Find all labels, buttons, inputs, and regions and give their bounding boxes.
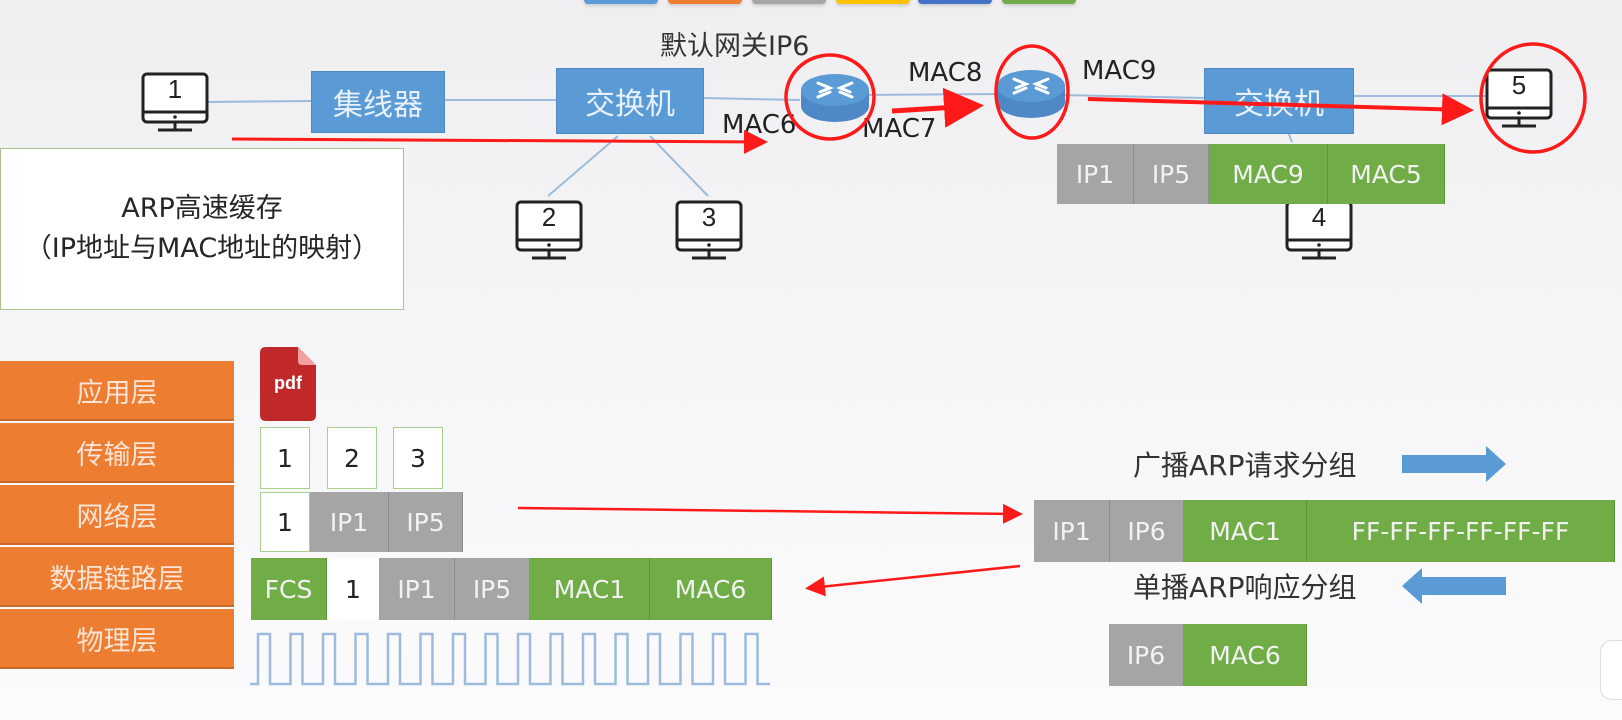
- arrow-arp-reply-to-frame: [805, 564, 1021, 597]
- arrow-host1-to-router1: [231, 129, 768, 154]
- default-gateway-label: 默认网关IP6: [660, 31, 810, 62]
- arp-target-mac: FF-FF-FF-FF-FF-FF: [1307, 500, 1615, 562]
- router-1: [800, 72, 870, 124]
- router-icon: [997, 70, 1065, 118]
- link-router1-router2: [859, 93, 1001, 96]
- color-tab: [752, 0, 826, 4]
- floating-widget[interactable]: [1600, 640, 1622, 700]
- frame-src-ip: IP1: [379, 558, 455, 620]
- switch-left-label: 交换机: [585, 87, 675, 122]
- layer-physical: 物理层: [0, 609, 234, 669]
- arrow-left-icon: [1402, 568, 1506, 604]
- hub: 集线器: [311, 71, 445, 133]
- arp-sender-ip: IP1: [1034, 500, 1110, 562]
- segment: 2: [327, 427, 377, 489]
- router2-left-mac: MAC8: [908, 58, 983, 88]
- layer-transport: 传输层: [0, 423, 234, 483]
- segment: 1: [260, 427, 310, 489]
- packet-data: 1: [260, 492, 310, 552]
- segment: 3: [393, 427, 443, 489]
- layer-application: 应用层: [0, 361, 234, 421]
- frame-dst-ip: IP5: [1134, 144, 1209, 204]
- pdf-file-icon: pdf: [260, 347, 316, 421]
- host-4: 4: [1284, 200, 1354, 262]
- host-number: 5: [1511, 70, 1527, 100]
- arp-sender-mac: MAC1: [1184, 500, 1307, 562]
- arp-cache-subtitle: （IP地址与MAC地址的映射）: [24, 233, 380, 264]
- host-number: 2: [541, 202, 557, 232]
- arp-request-label: 广播ARP请求分组: [1133, 449, 1357, 482]
- router-2: [996, 68, 1066, 120]
- host-number: 1: [167, 74, 183, 104]
- color-tab: [836, 0, 910, 4]
- hub-label: 集线器: [333, 88, 423, 123]
- host-2: 2: [514, 200, 584, 262]
- frame-src-ip: IP1: [1057, 144, 1134, 204]
- color-tab: [584, 0, 658, 4]
- arrow-to-arp-request: [517, 503, 1023, 524]
- link-host1-hub: [205, 100, 312, 103]
- packet-dst-ip: IP5: [389, 492, 463, 552]
- frame-fcs: FCS: [251, 558, 327, 620]
- router1-right-mac: MAC7: [862, 114, 937, 144]
- frame-data: 1: [327, 558, 379, 620]
- layer-network: 网络层: [0, 485, 234, 545]
- arrow-right-icon: [1402, 446, 1506, 482]
- link-switch-host3: [649, 135, 709, 197]
- arrow-router1-to-router2: [891, 87, 984, 128]
- host-3: 3: [674, 200, 744, 262]
- link-switch-host2: [547, 135, 619, 197]
- color-tab: [918, 0, 992, 4]
- host-number: 4: [1311, 202, 1327, 232]
- layer-datalink: 数据链路层: [0, 547, 234, 607]
- color-tab: [668, 0, 742, 4]
- frame-dst-mac: MAC5: [1328, 144, 1445, 204]
- link-switch-router1: [702, 97, 801, 101]
- frame-src-mac: MAC9: [1209, 144, 1328, 204]
- router2-right-mac: MAC9: [1082, 56, 1157, 86]
- link-router2-switch: [1059, 94, 1207, 99]
- physical-signal-wave: [250, 632, 770, 686]
- color-tab: [1002, 0, 1076, 4]
- arp-reply-ip: IP6: [1109, 624, 1184, 686]
- frame-dst-ip: IP5: [455, 558, 530, 620]
- router-icon: [801, 74, 869, 122]
- switch-left: 交换机: [556, 68, 704, 134]
- router1-left-mac: MAC6: [722, 110, 797, 140]
- switch-right-label: 交换机: [1234, 87, 1324, 122]
- arp-reply-mac: MAC6: [1184, 624, 1307, 686]
- host-1: 1: [140, 72, 210, 134]
- host-number: 3: [701, 202, 717, 232]
- arp-reply-label: 单播ARP响应分组: [1133, 571, 1357, 604]
- frame-dst-mac: MAC6: [650, 558, 772, 620]
- switch-right: 交换机: [1204, 68, 1354, 134]
- pdf-label: pdf: [274, 373, 302, 393]
- arp-cache-box: ARP高速缓存 （IP地址与MAC地址的映射）: [0, 148, 404, 310]
- arp-target-ip: IP6: [1110, 500, 1184, 562]
- arp-cache-title: ARP高速缓存: [121, 193, 283, 224]
- host-5: 5: [1484, 68, 1554, 130]
- packet-src-ip: IP1: [310, 492, 389, 552]
- frame-src-mac: MAC1: [530, 558, 650, 620]
